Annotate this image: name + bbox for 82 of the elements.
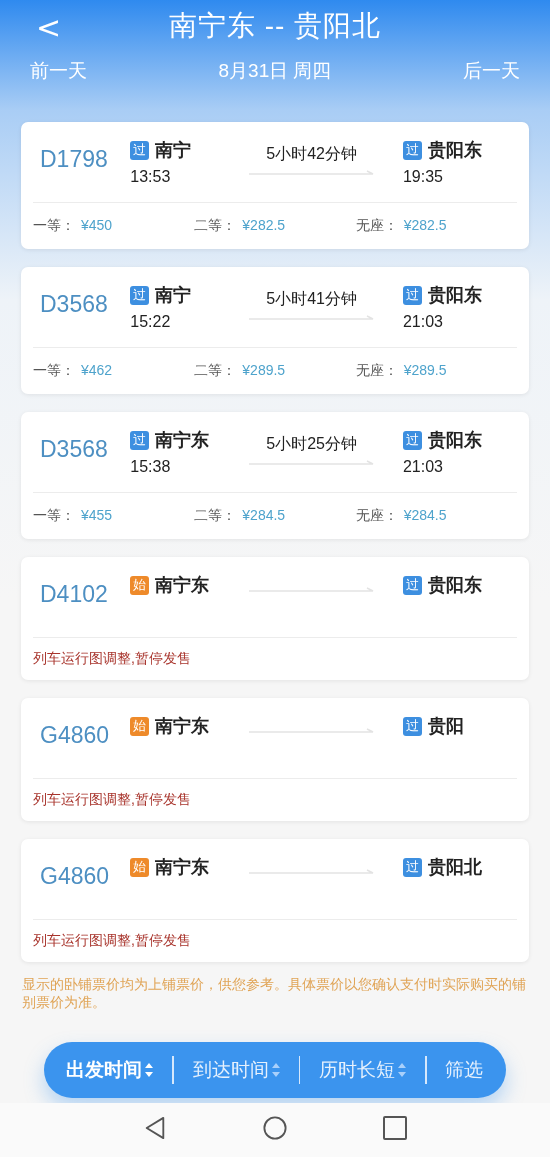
train-number: D4102 [39, 581, 109, 608]
train-card[interactable]: D3568 过 南宁 15:22 5小时41分钟 过 贵阳东 21:03 一等： ¥462 二等： ¥289.5 无座： ¥289.5 [21, 267, 529, 394]
travel-duration: 5小时41分钟 [266, 289, 357, 309]
seat-class: 二等： [194, 507, 238, 525]
ticket-price: ¥450 [81, 217, 113, 235]
sort-tab[interactable]: 到达时间 [186, 1053, 286, 1087]
seat-class: 无座： [355, 217, 399, 235]
train-number: G4860 [39, 722, 111, 749]
sale-notice: 列车运行图调整,暂停发售 [33, 932, 191, 950]
travel-date: 8月31日 周四 [218, 59, 332, 83]
arrival-time: 19:35 [402, 168, 444, 186]
departure-station: 南宁东 [155, 856, 210, 879]
ticket-price: ¥289.5 [242, 362, 286, 380]
station-badge: 始 [130, 716, 150, 736]
arrival-time: 21:03 [402, 313, 444, 331]
ticket-price: ¥289.5 [403, 362, 447, 380]
departure-station: 南宁东 [155, 574, 210, 597]
route-title: 南宁东 -- 贵阳北 [168, 9, 382, 43]
station-badge: 始 [130, 575, 150, 595]
back-icon[interactable] [143, 1116, 167, 1140]
train-number: D1798 [39, 146, 109, 173]
sort-icon [145, 1063, 154, 1077]
arrival-station: 贵阳东 [427, 284, 482, 307]
sort-tab[interactable]: 筛选 [439, 1053, 490, 1087]
ticket-price: ¥284.5 [242, 507, 286, 525]
price-footnote: 显示的卧铺票价均为上铺票价，供您参考。具体票价以您确认支付时实际购买的铺别票价为准。 [22, 976, 527, 1012]
train-card[interactable]: D1798 过 南宁 13:53 5小时42分钟 过 贵阳东 19:35 一等： ¥450 二等： ¥282.5 无座： ¥282.5 [21, 122, 529, 249]
train-card[interactable]: D4102 始 南宁东 过 贵阳东 列车运行图调整,暂停发售 [21, 557, 529, 680]
ticket-price: ¥282.5 [403, 217, 447, 235]
travel-duration: 5小时42分钟 [266, 144, 357, 164]
sort-icon [271, 1063, 280, 1077]
station-badge: 过 [402, 716, 422, 736]
ticket-price: ¥284.5 [403, 507, 447, 525]
train-card[interactable]: G4860 始 南宁东 过 贵阳 列车运行图调整,暂停发售 [21, 698, 529, 821]
train-number: G4860 [39, 863, 111, 890]
travel-duration: 5小时25分钟 [266, 434, 357, 454]
departure-station: 南宁 [155, 284, 192, 307]
station-badge: 过 [402, 285, 422, 305]
home-icon[interactable] [263, 1116, 287, 1140]
ticket-price: ¥462 [81, 362, 113, 380]
train-card[interactable]: G4860 始 南宁东 过 贵阳北 列车运行图调整,暂停发售 [21, 839, 529, 962]
seat-class: 一等： [33, 507, 76, 525]
previous-day-link[interactable]: 前一天 [30, 58, 87, 84]
arrival-time: 21:03 [402, 458, 444, 476]
recent-apps-icon[interactable] [383, 1116, 407, 1140]
seat-class: 一等： [33, 362, 76, 380]
seat-class: 二等： [194, 362, 238, 380]
departure-time: 15:38 [130, 458, 172, 476]
station-badge: 过 [402, 857, 422, 877]
next-day-link[interactable]: 后一天 [463, 58, 520, 84]
back-button[interactable]: < [36, 10, 62, 45]
departure-station: 南宁 [155, 139, 192, 162]
sort-tab[interactable]: 出发时间 [60, 1053, 160, 1087]
sort-icon [398, 1063, 407, 1077]
departure-time: 15:22 [130, 313, 172, 331]
station-badge: 始 [130, 857, 150, 877]
ticket-price: ¥455 [81, 507, 113, 525]
station-badge: 过 [402, 140, 422, 160]
departure-station: 南宁东 [155, 715, 210, 738]
sort-tab[interactable]: 历时长短 [313, 1053, 413, 1087]
departure-time: 13:53 [130, 168, 172, 186]
arrival-station: 贵阳东 [427, 574, 482, 597]
ticket-price: ¥282.5 [242, 217, 286, 235]
train-card[interactable]: D3568 过 南宁东 15:38 5小时25分钟 过 贵阳东 21:03 一等： ¥455 二等： ¥284.5 无座： ¥284.5 [21, 412, 529, 539]
seat-class: 一等： [33, 217, 76, 235]
station-badge: 过 [402, 575, 422, 595]
station-badge: 过 [130, 285, 150, 305]
station-badge: 过 [130, 140, 150, 160]
arrival-station: 贵阳 [427, 715, 464, 738]
arrival-station: 贵阳北 [427, 856, 482, 879]
seat-class: 无座： [355, 362, 399, 380]
train-number: D3568 [39, 291, 109, 318]
arrival-station: 贵阳东 [427, 429, 482, 452]
seat-class: 无座： [355, 507, 399, 525]
seat-class: 二等： [194, 217, 238, 235]
arrival-station: 贵阳东 [427, 139, 482, 162]
train-number: D3568 [39, 436, 109, 463]
sale-notice: 列车运行图调整,暂停发售 [33, 791, 191, 809]
station-badge: 过 [130, 430, 150, 450]
departure-station: 南宁东 [155, 429, 210, 452]
sale-notice: 列车运行图调整,暂停发售 [33, 650, 191, 668]
station-badge: 过 [402, 430, 422, 450]
